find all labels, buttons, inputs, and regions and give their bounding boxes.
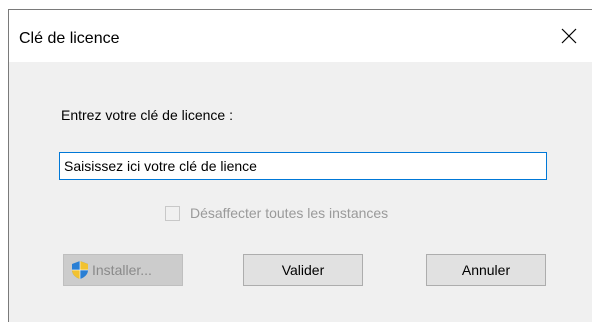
validate-button-label: Valider bbox=[281, 262, 325, 278]
install-button[interactable]: Installer... bbox=[63, 254, 183, 286]
install-button-label: Installer... bbox=[92, 262, 152, 278]
deallocate-instances-checkbox[interactable] bbox=[165, 205, 180, 221]
window-title: Clé de licence bbox=[19, 30, 120, 47]
deallocate-instances-label: Désaffecter toutes les instances bbox=[190, 205, 389, 221]
validate-button[interactable]: Valider bbox=[243, 254, 363, 286]
uac-shield-icon bbox=[72, 261, 88, 279]
license-key-prompt: Entrez votre clé de licence : bbox=[61, 107, 233, 123]
title-bar: Clé de licence bbox=[9, 10, 592, 62]
license-key-dialog: Clé de licence Entrez votre clé de licen… bbox=[8, 9, 592, 322]
license-key-input[interactable] bbox=[59, 152, 547, 180]
cancel-button[interactable]: Annuler bbox=[426, 254, 546, 286]
cancel-button-label: Annuler bbox=[461, 262, 511, 278]
close-button[interactable] bbox=[546, 10, 592, 62]
deallocate-instances-option[interactable]: Désaffecter toutes les instances bbox=[165, 205, 388, 221]
close-icon bbox=[561, 28, 577, 44]
